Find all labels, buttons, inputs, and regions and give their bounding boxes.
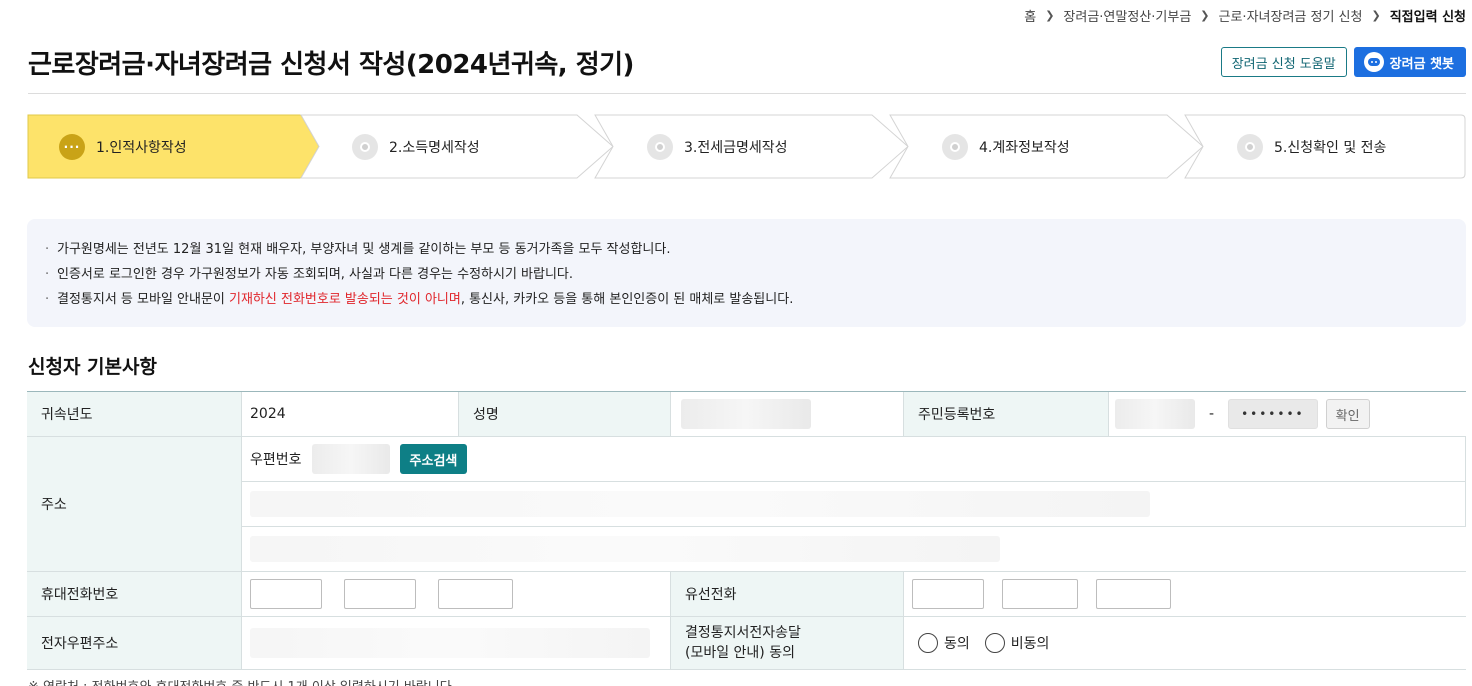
notice-box: 가구원명세는 전년도 12월 31일 현재 배우자, 부양자녀 및 생계를 같이…: [27, 219, 1466, 327]
year-label: 귀속년도: [27, 392, 242, 436]
mobile-input-2[interactable]: [344, 579, 416, 609]
landline-input-1[interactable]: [912, 579, 984, 609]
step-5-label: 5.신청확인 및 전송: [1274, 139, 1387, 156]
breadcrumb: 홈 ❯ 장려금·연말정산·기부금 ❯ 근로·자녀장려금 정기 신청 ❯ 직접입력…: [1024, 6, 1466, 25]
name-label: 성명: [459, 392, 671, 436]
notice-item-2: 인증서로 로그인한 경우 가구원정보가 자동 조회되며, 사실과 다른 경우는 …: [45, 262, 1448, 287]
chevron-right-icon: ❯: [1200, 9, 1210, 22]
chatbot-button[interactable]: 장려금 챗봇: [1353, 47, 1466, 77]
form-row-email: 전자우편주소 결정통지서전자송달 (모바일 안내) 동의 동의 비동의: [27, 617, 1466, 670]
step-3: 3.전세금명세작성: [647, 114, 788, 179]
address-line1-row: [242, 482, 1466, 527]
chevron-right-icon: ❯: [1045, 9, 1055, 22]
notice-item-1: 가구원명세는 전년도 12월 31일 현재 배우자, 부양자녀 및 생계를 같이…: [45, 237, 1448, 262]
breadcrumb-home[interactable]: 홈: [1024, 6, 1036, 25]
address-line2-input[interactable]: [250, 536, 1000, 562]
address-cells: 우편번호 주소검색: [242, 437, 1466, 571]
notice-item-3: 결정통지서 등 모바일 안내문이 기재하신 전화번호로 발송되는 것이 아니며,…: [45, 287, 1448, 312]
address-line2-row: [242, 527, 1466, 571]
form-row-address: 주소 우편번호 주소검색: [27, 437, 1466, 572]
consent-label-line2: (모바일 안내) 동의: [685, 645, 795, 661]
rrn-dash: -: [1209, 406, 1215, 422]
mobile-label: 휴대전화번호: [27, 572, 242, 616]
consent-yes-radio[interactable]: [918, 633, 938, 653]
step-1: ··· 1.인적사항작성: [59, 114, 187, 179]
ellipsis-icon: ···: [59, 133, 85, 160]
form-row-phone: 휴대전화번호 유선전화: [27, 572, 1466, 617]
email-label: 전자우편주소: [27, 617, 242, 669]
consent-cell: 동의 비동의: [904, 617, 1466, 669]
header-actions: 장려금 신청 도움말 장려금 챗봇: [1220, 47, 1466, 77]
notice-item-3-post: , 통신사, 카카오 등을 통해 본인인증이 된 매체로 발송됩니다.: [460, 292, 794, 307]
breadcrumb-current: 직접입력 신청: [1389, 10, 1466, 25]
step-4-label: 4.계좌정보작성: [979, 139, 1070, 156]
circle-dot-icon: [647, 133, 673, 160]
address-search-button[interactable]: 주소검색: [399, 444, 468, 474]
rrn-cell: - ••••••• 확인: [1109, 392, 1466, 436]
applicant-form: 귀속년도 2024 성명 주민등록번호 - ••••••• 확인 주소 우편번호…: [27, 391, 1466, 670]
name-cell: [671, 392, 904, 436]
circle-dot-icon: [942, 133, 968, 160]
name-value-redacted: [681, 399, 811, 429]
circle-dot-icon: [1237, 133, 1263, 160]
form-row-basic: 귀속년도 2024 성명 주민등록번호 - ••••••• 확인: [27, 392, 1466, 437]
rrn-confirm-button[interactable]: 확인: [1325, 399, 1370, 429]
address-line1-input[interactable]: [250, 491, 1150, 517]
step-progress: ··· 1.인적사항작성 2.소득명세작성 3.전세금명세작성 4.계좌정보작성…: [27, 114, 1466, 179]
rrn-back-masked[interactable]: •••••••: [1228, 399, 1318, 429]
consent-no-radio[interactable]: [984, 633, 1005, 653]
email-input[interactable]: [250, 628, 650, 658]
title-divider: [28, 93, 1466, 94]
consent-yes-label: 동의: [944, 636, 970, 652]
mobile-input-3[interactable]: [438, 579, 513, 609]
rrn-front-input[interactable]: [1115, 399, 1195, 429]
breadcrumb-level2[interactable]: 근로·자녀장려금 정기 신청: [1219, 6, 1363, 25]
step-3-label: 3.전세금명세작성: [684, 139, 788, 156]
chevron-right-icon: ❯: [1371, 9, 1381, 22]
consent-label: 결정통지서전자송달 (모바일 안내) 동의: [671, 617, 904, 669]
year-value: 2024: [242, 392, 459, 436]
notice-list: 가구원명세는 전년도 12월 31일 현재 배우자, 부양자녀 및 생계를 같이…: [45, 237, 1448, 312]
page-title: 근로장려금·자녀장려금 신청서 작성(2024년귀속, 정기): [28, 50, 634, 80]
circle-dot-icon: [352, 133, 378, 160]
step-1-label: 1.인적사항작성: [96, 139, 187, 156]
notice-item-3-pre: 결정통지서 등 모바일 안내문이: [57, 292, 230, 307]
landline-cell: [904, 572, 1466, 616]
section-title-applicant: 신청자 기본사항: [28, 356, 157, 378]
email-cell: [242, 617, 671, 669]
chatbot-button-label: 장려금 챗봇: [1389, 56, 1454, 72]
step-2: 2.소득명세작성: [352, 114, 480, 179]
step-5: 5.신청확인 및 전송: [1237, 114, 1386, 179]
step-4: 4.계좌정보작성: [942, 114, 1070, 179]
chatbot-face-icon: [1363, 52, 1384, 72]
landline-label: 유선전화: [671, 572, 904, 616]
zip-input[interactable]: [311, 444, 390, 474]
breadcrumb-level1[interactable]: 장려금·연말정산·기부금: [1063, 6, 1191, 25]
zip-row: 우편번호 주소검색: [242, 437, 1466, 482]
address-label: 주소: [27, 437, 242, 571]
consent-no-label: 비동의: [1010, 636, 1050, 652]
notice-item-3-warning: 기재하신 전화번호로 발송되는 것이 아니며: [229, 292, 461, 307]
mobile-input-1[interactable]: [250, 579, 322, 609]
landline-input-3[interactable]: [1096, 579, 1171, 609]
zip-label: 우편번호: [250, 452, 302, 468]
consent-no-option[interactable]: 비동의: [984, 633, 1050, 653]
consent-yes-option[interactable]: 동의: [918, 633, 970, 653]
mobile-cell: [242, 572, 671, 616]
step-2-label: 2.소득명세작성: [389, 139, 480, 156]
contact-footnote: ※ 연락처 : 전화번호와 휴대전화번호 중 반드시 1개 이상 입력하시기 바…: [28, 676, 456, 686]
help-button[interactable]: 장려금 신청 도움말: [1220, 47, 1347, 77]
landline-input-2[interactable]: [1002, 579, 1078, 609]
rrn-label: 주민등록번호: [904, 392, 1109, 436]
consent-label-line1: 결정통지서전자송달: [685, 625, 801, 641]
